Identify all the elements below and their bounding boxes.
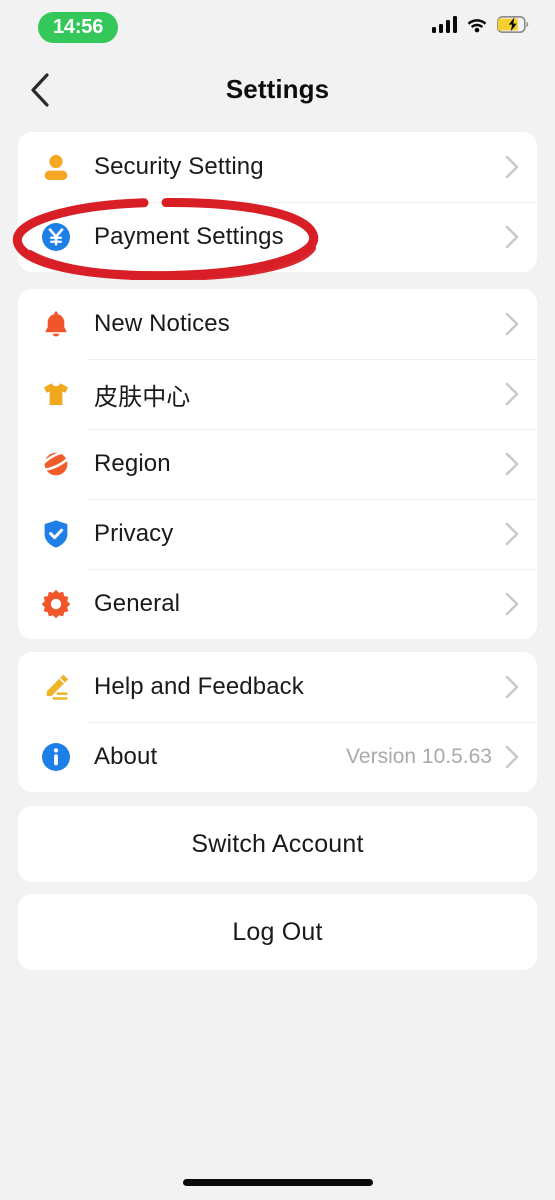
log-out-button[interactable]: Log Out: [18, 894, 537, 970]
settings-row-label: New Notices: [94, 310, 230, 337]
planet-icon: [36, 444, 76, 484]
status-bar: 14:56: [0, 0, 555, 56]
settings-row-label: Privacy: [94, 520, 174, 547]
chevron-right-icon: [505, 745, 519, 769]
settings-row-about[interactable]: About Version 10.5.63: [18, 722, 537, 792]
settings-row-new-notices[interactable]: New Notices: [18, 289, 537, 359]
chevron-right-icon: [505, 155, 519, 179]
chevron-right-icon: [505, 225, 519, 249]
settings-row-general[interactable]: General: [18, 569, 537, 639]
chevron-right-icon: [505, 675, 519, 699]
status-indicators: [431, 16, 530, 33]
settings-row-label: Help and Feedback: [94, 673, 304, 700]
switch-account-button[interactable]: Switch Account: [18, 806, 537, 882]
settings-row-label: Region: [94, 450, 171, 477]
chevron-right-icon: [505, 382, 519, 406]
settings-group-support: Help and Feedback About Version 10.5.63: [18, 652, 537, 792]
settings-group-preferences: New Notices 皮肤中心 Region Privacy General: [18, 289, 537, 639]
cellular-signal-icon: [431, 16, 457, 33]
settings-row-privacy[interactable]: Privacy: [18, 499, 537, 569]
gear-icon: [36, 584, 76, 624]
chevron-right-icon: [505, 312, 519, 336]
tshirt-icon: [36, 374, 76, 414]
page-title: Settings: [225, 74, 330, 104]
bell-icon: [36, 304, 76, 344]
settings-row-label: General: [94, 590, 181, 617]
yen-circle-icon: [36, 217, 76, 257]
settings-row-security-setting[interactable]: Security Setting: [18, 132, 537, 202]
settings-row-help-and-feedback[interactable]: Help and Feedback: [18, 652, 537, 722]
person-icon: [36, 147, 76, 187]
app-version-value: Version 10.5.63: [346, 745, 492, 768]
chevron-right-icon: [505, 452, 519, 476]
nav-bar: Settings: [0, 56, 555, 122]
settings-row-region[interactable]: Region: [18, 429, 537, 499]
status-time-pill: 14:56: [38, 12, 119, 43]
home-indicator: [182, 1179, 373, 1186]
settings-row-label: About: [94, 743, 158, 770]
settings-row-payment-settings[interactable]: Payment Settings: [18, 202, 537, 272]
phone-screen: 14:56 Settings Security Setting Payment …: [0, 0, 555, 1200]
settings-row-skin-center[interactable]: 皮肤中心: [18, 359, 537, 429]
settings-group-account: Security Setting Payment Settings: [18, 132, 537, 272]
chevron-right-icon: [505, 522, 519, 546]
wifi-icon: [467, 19, 487, 33]
chevron-right-icon: [505, 592, 519, 616]
info-circle-icon: [36, 737, 76, 777]
settings-row-label: Security Setting: [94, 153, 264, 180]
battery-charging-icon: [497, 16, 529, 33]
settings-row-label: Payment Settings: [94, 223, 284, 250]
pencil-icon: [36, 667, 76, 707]
shield-check-icon: [36, 514, 76, 554]
settings-row-label: 皮肤中心: [94, 382, 191, 411]
